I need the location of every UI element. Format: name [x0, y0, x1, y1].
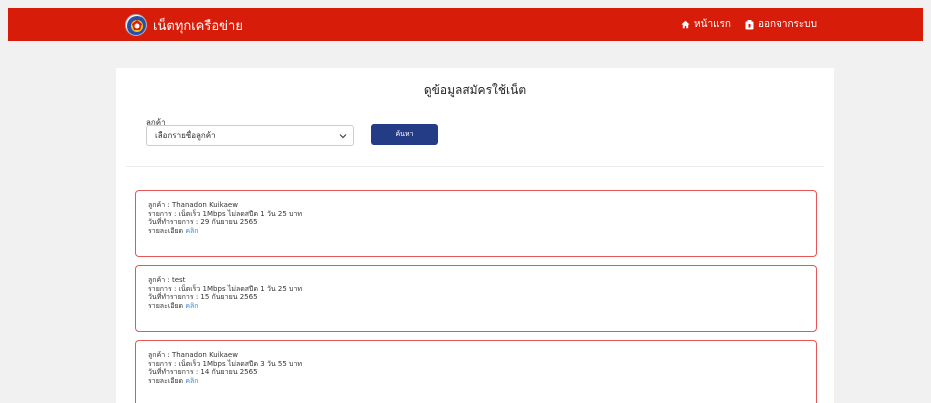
- order-customer: ลูกค้า : Thanadon Kuikaew: [148, 201, 238, 209]
- order-item: รายการ : เน็ตเร็ว 1Mbps ไม่ลดสปีด 1 วัน …: [148, 284, 303, 293]
- customer-select-value: เลือกรายชื่อลูกค้า: [155, 131, 216, 140]
- divider: [126, 166, 824, 167]
- nav-logout[interactable]: ออกจากระบบ: [745, 17, 817, 32]
- order-card: ลูกค้า : Thanadon Kuikaew รายการ : เน็ตเ…: [135, 190, 817, 257]
- nav-logout-label: ออกจากระบบ: [757, 19, 817, 30]
- order-detail-link[interactable]: คลิก: [185, 302, 198, 310]
- chevron-down-icon: [339, 134, 347, 139]
- order-detail: รายละเอียด คลิก: [148, 302, 816, 311]
- customer-select[interactable]: เลือกรายชื่อลูกค้า: [146, 125, 354, 146]
- home-icon: [681, 20, 690, 29]
- order-detail-label: รายละเอียด: [148, 376, 184, 385]
- top-nav: หน้าแรก ออกจากระบบ: [667, 8, 817, 41]
- order-date: วันที่ทำรายการ : 14 กันยายน 2565: [148, 368, 258, 376]
- order-detail-label: รายละเอียด: [148, 226, 184, 235]
- order-item: รายการ : เน็ตเร็ว 1Mbps ไม่ลดสปีด 3 วัน …: [148, 359, 303, 368]
- nav-home-label: หน้าแรก: [694, 19, 731, 30]
- order-detail-link[interactable]: คลิก: [185, 227, 198, 235]
- order-detail: รายละเอียด คลิก: [148, 377, 816, 386]
- brand-link[interactable]: เน็ตทุกเครือข่าย: [125, 14, 243, 36]
- order-detail-link[interactable]: คลิก: [185, 377, 198, 385]
- brand-logo-icon: [125, 14, 147, 36]
- order-detail-label: รายละเอียด: [148, 301, 184, 310]
- order-detail: รายละเอียด คลิก: [148, 227, 816, 236]
- order-card: ลูกค้า : Thanadon Kuikaew รายการ : เน็ตเ…: [135, 340, 817, 403]
- brand-name: เน็ตทุกเครือข่าย: [153, 18, 243, 34]
- search-button[interactable]: ค้นหา: [371, 124, 438, 145]
- order-card: ลูกค้า : test รายการ : เน็ตเร็ว 1Mbps ไม…: [135, 265, 817, 332]
- order-customer: ลูกค้า : Thanadon Kuikaew: [148, 351, 238, 359]
- orders-panel: ดูข้อมูลสมัครใช้เน็ต ลูกค้า เลือกรายชื่อ…: [116, 68, 834, 403]
- order-customer: ลูกค้า : test: [148, 276, 186, 284]
- order-date: วันที่ทำรายการ : 15 กันยายน 2565: [148, 293, 258, 301]
- order-date: วันที่ทำรายการ : 29 กันยายน 2565: [148, 218, 258, 226]
- top-navbar: เน็ตทุกเครือข่าย หน้าแรก ออกจากระบบ: [8, 8, 923, 41]
- logout-icon: [745, 19, 754, 29]
- page-title: ดูข้อมูลสมัครใช้เน็ต: [423, 83, 527, 97]
- nav-home[interactable]: หน้าแรก: [681, 17, 731, 32]
- order-item: รายการ : เน็ตเร็ว 1Mbps ไม่ลดสปีด 1 วัน …: [148, 209, 303, 218]
